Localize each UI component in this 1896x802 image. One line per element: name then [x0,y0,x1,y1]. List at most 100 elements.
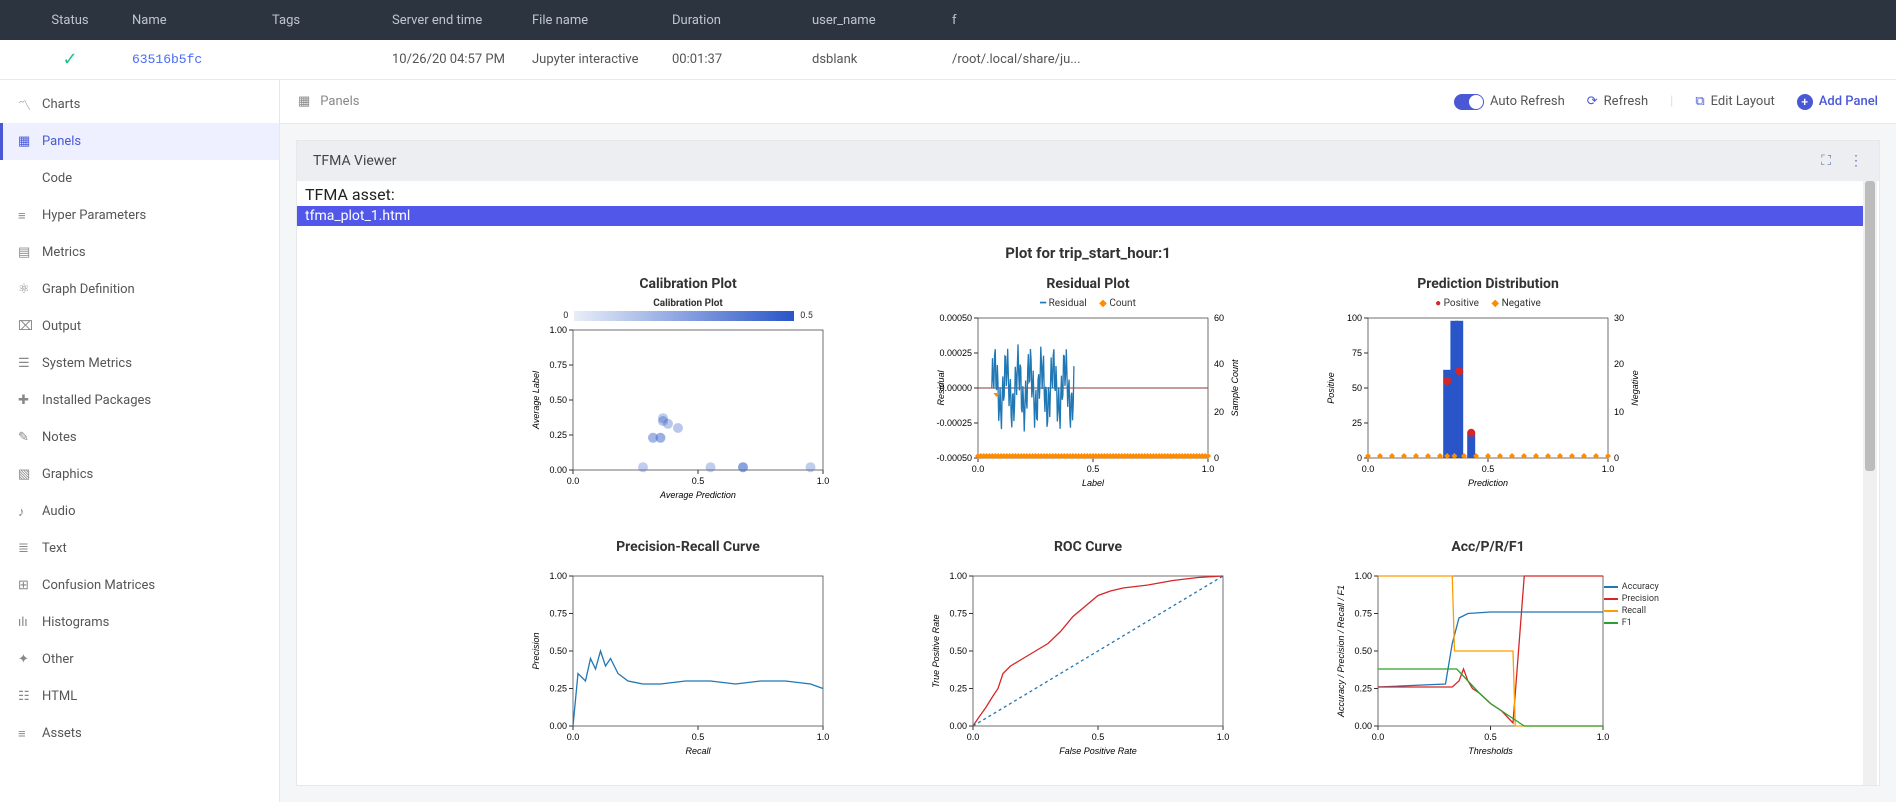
sidebar-item-label: Audio [42,504,75,519]
col-f[interactable]: f [940,13,1080,28]
sidebar-item-metrics[interactable]: ▤Metrics [0,234,279,271]
edit-layout-label: Edit Layout [1711,94,1775,109]
svg-text:Sample Count: Sample Count [1230,359,1240,417]
panel-header: TFMA Viewer ⛶ ⋮ [297,141,1879,181]
expand-icon[interactable]: ⛶ [1821,153,1831,169]
sidebar-item-label: Other [42,652,74,667]
svg-text:20: 20 [1614,359,1624,369]
svg-text:Negative: Negative [1630,370,1640,406]
sidebar-item-assets[interactable]: ≡Assets [0,715,279,752]
svg-text:0.25: 0.25 [549,430,567,440]
more-icon[interactable]: ⋮ [1849,153,1863,169]
residual-legend-a: Residual [1049,298,1087,309]
sidebar-item-graphics[interactable]: ▧Graphics [0,456,279,493]
svg-text:0.0: 0.0 [972,464,985,474]
roc-chart: 0.00.51.00.000.250.500.751.00False Posit… [923,561,1253,761]
svg-text:60: 60 [1214,313,1224,323]
calib-legend-title: Calibration Plot [523,298,853,309]
sidebar-item-label: Assets [42,726,82,741]
tfma-asset-selected[interactable]: tfma_plot_1.html [297,206,1877,226]
svg-text:1.00: 1.00 [949,571,967,581]
sidebar-item-installed-packages[interactable]: ✚Installed Packages [0,382,279,419]
sidebar-item-html[interactable]: ☷HTML [0,678,279,715]
svg-text:0.00: 0.00 [549,465,567,475]
svg-text:Recall: Recall [685,746,711,756]
svg-text:0.25: 0.25 [549,684,567,694]
sidebar-item-charts[interactable]: 〽 Charts [0,86,279,123]
cell-duration: 00:01:37 [660,52,800,67]
sidebar-item-notes[interactable]: ✎Notes [0,419,279,456]
svg-text:0.75: 0.75 [949,609,967,619]
refresh-button[interactable]: ⟳ Refresh [1587,94,1648,109]
panels-icon: ▦ [298,94,310,109]
svg-text:1.0: 1.0 [1602,464,1615,474]
col-tags[interactable]: Tags [260,13,380,28]
svg-text:100: 100 [1347,313,1362,323]
sidebar-item-label: Charts [42,97,80,112]
svg-text:-0.00025: -0.00025 [936,418,972,428]
sidebar-item-other[interactable]: ✦Other [0,641,279,678]
col-name[interactable]: Name [120,13,260,28]
toolbar-title: Panels [320,94,359,109]
svg-text:0.50: 0.50 [549,646,567,656]
sidebar-item-text[interactable]: ≣Text [0,530,279,567]
edit-layout-button[interactable]: ⧉ Edit Layout [1695,94,1774,109]
sidebar-item-panels[interactable]: ▦Panels [0,123,279,160]
col-file-name[interactable]: File name [520,13,660,28]
sidebar-item-label: HTML [42,689,77,704]
separator: | [1670,94,1673,109]
calibration-chart: 0.00.51.00.000.250.500.751.00Average Pre… [523,325,853,505]
sidebar-item-audio[interactable]: ♪ Audio [0,493,279,530]
aprf-legend: Accuracy Precision Recall F1 [1604,581,1659,629]
residual-legend-b: Count [1109,298,1136,309]
auto-refresh-toggle[interactable]: Auto Refresh [1454,94,1565,110]
run-name-link[interactable]: 63516b5fc [132,52,202,67]
svg-text:0.50: 0.50 [1354,646,1372,656]
toggle-icon [1454,94,1484,110]
add-panel-button[interactable]: + Add Panel [1797,94,1878,110]
svg-text:50: 50 [1352,383,1362,393]
svg-text:1.0: 1.0 [1597,732,1610,742]
scrollbar-track[interactable] [1863,181,1877,785]
svg-text:20: 20 [1214,407,1224,417]
svg-text:1.00: 1.00 [549,571,567,581]
line-chart-icon: 〽 [18,95,32,114]
col-duration[interactable]: Duration [660,13,800,28]
svg-text:-0.00050: -0.00050 [936,453,972,463]
pencil-icon: ✎ [18,430,32,445]
cell-user-name: dsblank [800,52,940,67]
svg-text:0.0: 0.0 [567,732,580,742]
sidebar-item-graph-definition[interactable]: ⚛Graph Definition [0,271,279,308]
sidebar-item-label: Panels [42,134,81,149]
sidebar-item-system-metrics[interactable]: ☰System Metrics [0,345,279,382]
cell-file-name: Jupyter interactive [520,52,660,67]
svg-text:1.0: 1.0 [817,732,830,742]
table-row[interactable]: ✓ 63516b5fc 10/26/20 04:57 PM Jupyter in… [0,40,1896,80]
col-server-end-time[interactable]: Server end time [380,13,520,28]
svg-text:0.00025: 0.00025 [939,348,972,358]
sidebar-item-label: Graph Definition [42,282,135,297]
svg-text:Average Prediction: Average Prediction [659,490,736,500]
svg-text:0.5: 0.5 [1087,464,1100,474]
svg-text:Residual: Residual [936,369,946,405]
svg-text:0.0: 0.0 [567,476,580,486]
sidebar-item-output[interactable]: ⌧Output [0,308,279,345]
sidebar-item-label: Code [42,171,72,186]
sidebar-item-code[interactable]: Code [0,160,279,197]
sidebar-item-label: Installed Packages [42,393,151,408]
sidebar-item-confusion-matrices[interactable]: ⊞Confusion Matrices [0,567,279,604]
scrollbar-thumb[interactable] [1865,181,1875,471]
svg-text:1.0: 1.0 [817,476,830,486]
svg-text:Label: Label [1082,478,1105,488]
sidebar-item-hyper-parameters[interactable]: ≡Hyper Parameters [0,197,279,234]
calibration-colorbar [574,311,794,321]
sidebar-item-histograms[interactable]: ılıHistograms [0,604,279,641]
col-user-name[interactable]: user_name [800,13,940,28]
residual-chart: 0.00.51.0-0.00050-0.000250.000000.000250… [923,313,1253,493]
edit-layout-icon: ⧉ [1695,94,1704,109]
audio-icon: ♪ [18,504,32,520]
svg-text:0.0: 0.0 [967,732,980,742]
col-status[interactable]: Status [20,13,120,28]
plus-circle-icon: + [1797,94,1813,110]
sidebar-item-label: Graphics [42,467,93,482]
